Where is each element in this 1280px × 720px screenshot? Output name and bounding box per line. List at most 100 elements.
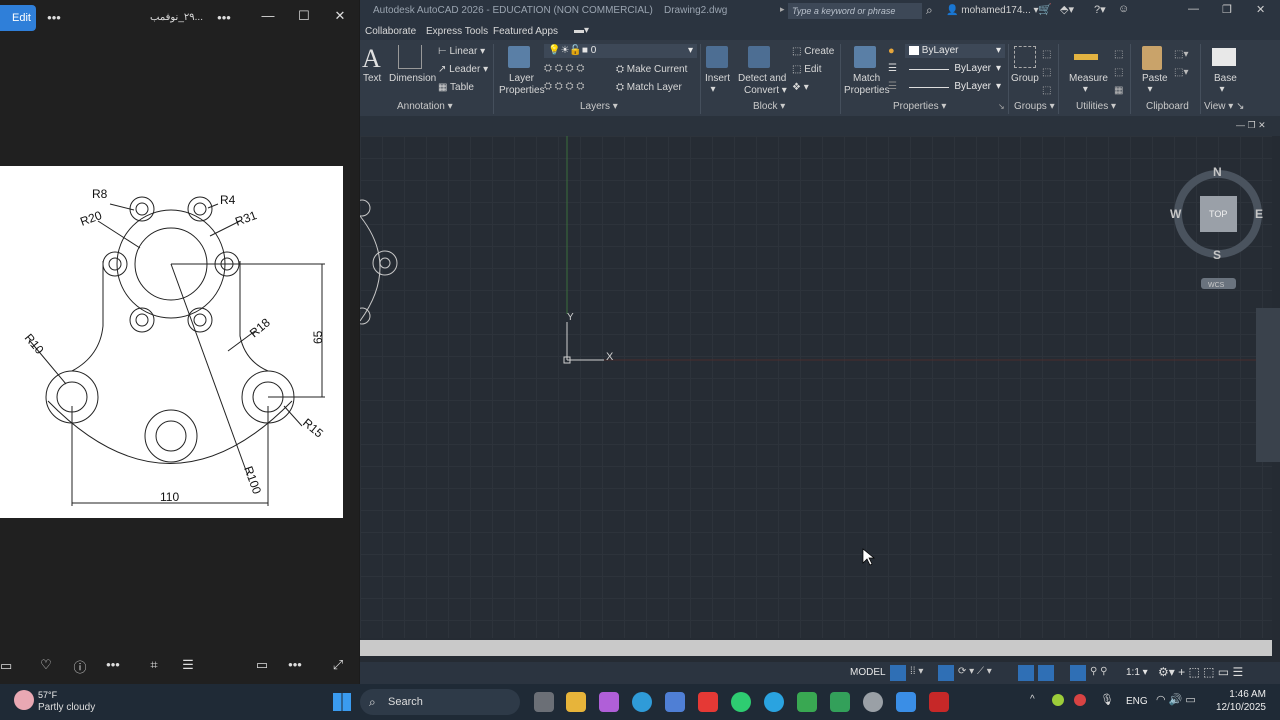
close-icon[interactable]: ✕ (330, 8, 350, 24)
compass-n[interactable]: N (1213, 165, 1222, 179)
weather-temp[interactable]: 57°F (38, 690, 57, 700)
block-attrib-icon[interactable]: ❖ ▾ (792, 82, 809, 93)
help-search-input[interactable]: Type a keyword or phrase (788, 3, 922, 19)
chrome-icon[interactable] (863, 692, 883, 712)
minimize-icon[interactable]: — (1188, 3, 1199, 15)
help-icon[interactable]: ?▾ (1094, 3, 1106, 16)
microphone-icon[interactable]: 🎙 (1100, 693, 1114, 706)
snap-icon[interactable]: ⁞⁞ ▾ (910, 666, 923, 677)
utility-tools-icons[interactable]: ⬚ ⬚ ▦ (1114, 46, 1123, 100)
close-icon[interactable]: ✕ (1256, 3, 1265, 16)
crop-icon[interactable]: ⌗ (146, 657, 162, 673)
base-label[interactable]: Base ▾ (1214, 73, 1237, 95)
autocad-taskbar-icon[interactable] (929, 692, 949, 712)
start-button-icon[interactable] (333, 693, 351, 711)
detect-convert-label-2[interactable]: Convert ▾ (744, 85, 787, 96)
text-tool-icon[interactable]: A (362, 44, 381, 74)
clock-time[interactable]: 1:46 AM (1218, 689, 1266, 700)
weather-desc[interactable]: Partly cloudy (38, 702, 95, 713)
dimension-icon[interactable] (398, 45, 422, 69)
model-space-button[interactable]: MODEL (850, 667, 886, 678)
info-icon[interactable]: ⓘ (72, 657, 88, 676)
text-tool-label[interactable]: Text (363, 73, 381, 84)
layer-dropdown[interactable]: 💡☀🔓■ 0 ▾ (544, 44, 697, 58)
status-tools[interactable]: ⚙▾ + ⬚ ⬚ ▭ ☰ (1158, 665, 1243, 679)
viewer-menu-icon[interactable]: ••• (214, 10, 234, 25)
wifi-volume-battery-icons[interactable]: ◠ 🔊 ▭ (1156, 693, 1196, 706)
restore-icon[interactable]: ❐ (1222, 3, 1232, 16)
properties-launcher-icon[interactable]: ↘ (998, 102, 1005, 111)
photos-viewer-icon[interactable] (896, 692, 916, 712)
whatsapp-icon[interactable] (731, 692, 751, 712)
polar-tools[interactable]: ⟳ ▾ ⟋ ▾ (958, 666, 992, 677)
detect-convert-label-1[interactable]: Detect and (738, 73, 786, 84)
groups-panel-title[interactable]: Groups ▾ (1014, 101, 1055, 112)
task-view-icon[interactable] (534, 692, 554, 712)
measure-icon[interactable] (1074, 54, 1098, 60)
tray-expand-icon[interactable]: ^ (1030, 694, 1035, 705)
match-properties-label-1[interactable]: Match (853, 73, 880, 84)
tab-featured-apps[interactable]: Featured Apps (493, 26, 558, 37)
tray-app-icon[interactable] (1052, 694, 1064, 706)
linear-button[interactable]: ⊢ Linear ▾ (438, 46, 485, 57)
annotation-panel-title[interactable]: Annotation ▾ (397, 101, 453, 112)
table-button[interactable]: ▦ Table (438, 82, 474, 93)
horizontal-scrollbar[interactable] (360, 640, 1272, 656)
tab-collaborate[interactable]: Collaborate (365, 26, 416, 37)
annotation-visibility-icon[interactable] (1070, 665, 1086, 681)
tab-express-tools[interactable]: Express Tools (426, 26, 488, 37)
leader-button[interactable]: ↗ Leader ▾ (438, 64, 488, 75)
more-icon[interactable]: ••• (104, 657, 122, 672)
taskbar-search[interactable]: ⌕ Search (360, 689, 520, 715)
copilot-icon[interactable] (599, 692, 619, 712)
layer-properties-label-2[interactable]: Properties (499, 85, 545, 96)
ortho-icon[interactable] (938, 665, 954, 681)
osnap-icon[interactable] (1018, 665, 1034, 681)
otrack-icon[interactable] (1038, 665, 1054, 681)
adjust-icon[interactable]: ☰ (180, 657, 196, 673)
compass-s[interactable]: S (1213, 248, 1221, 262)
paste-icon[interactable] (1142, 46, 1162, 70)
language-indicator[interactable]: ENG (1126, 696, 1148, 707)
expand-icon[interactable]: ⤢ (330, 657, 346, 673)
group-tools-icons[interactable]: ⬚ ⬚ ⬚ (1042, 46, 1051, 100)
properties-panel-title[interactable]: Properties ▾ (893, 101, 946, 112)
menu-dots-icon[interactable]: ••• (286, 657, 304, 672)
feedback-icon[interactable]: ☺ (1118, 3, 1129, 15)
compass-w[interactable]: W (1170, 207, 1182, 221)
grid-toggle-icon[interactable] (890, 665, 906, 681)
edit-button[interactable]: Edit (0, 5, 36, 31)
color-dropdown[interactable]: ByLayer ▾ (905, 44, 1005, 58)
store-icon[interactable] (665, 692, 685, 712)
more-options-icon[interactable]: ••• (44, 10, 64, 25)
fit-icon[interactable]: ▭ (254, 657, 270, 673)
favorite-icon[interactable]: ♡ (38, 657, 54, 673)
make-current-button[interactable]: ⛭ Make Current (616, 64, 687, 75)
paste-label[interactable]: Paste ▾ (1142, 73, 1168, 95)
viewport-controls[interactable]: — ❐ ✕ (1236, 120, 1266, 131)
navigation-bar[interactable] (1256, 308, 1280, 462)
search-icon[interactable]: ⌕ (926, 3, 933, 18)
minimize-icon[interactable]: — (258, 8, 278, 23)
utilities-panel-title[interactable]: Utilities ▾ (1076, 101, 1116, 112)
tray-app2-icon[interactable] (1074, 694, 1086, 706)
view-panel-title[interactable]: View ▾ ↘ (1204, 101, 1244, 112)
layers-panel-title[interactable]: Layers ▾ (580, 101, 618, 112)
match-properties-label-2[interactable]: Properties (844, 85, 890, 96)
youtube-icon[interactable] (698, 692, 718, 712)
layer-properties-icon[interactable] (508, 46, 530, 68)
match-properties-icon[interactable] (854, 46, 876, 68)
telegram-icon[interactable] (764, 692, 784, 712)
app-icon[interactable] (830, 692, 850, 712)
group-icon[interactable] (1014, 46, 1036, 68)
annotation-scale-icon[interactable]: ⚲ ⚲ (1090, 666, 1107, 677)
photos-icon[interactable] (797, 692, 817, 712)
layer-properties-label-1[interactable]: Layer (509, 73, 534, 84)
layer-tools-row-2[interactable]: ⛭ ⛭ ⛭ ⛭ (544, 81, 584, 92)
create-block-button[interactable]: ⬚ Create (792, 46, 834, 57)
lineweight-dropdown[interactable]: ByLayer ▾ (905, 62, 1005, 76)
base-view-icon[interactable] (1212, 48, 1236, 66)
detect-convert-icon[interactable] (748, 46, 770, 68)
clipboard-tools-icons[interactable]: ⬚▾ ⬚▾ (1174, 46, 1188, 82)
match-layer-button[interactable]: ⛭ Match Layer (616, 82, 682, 93)
